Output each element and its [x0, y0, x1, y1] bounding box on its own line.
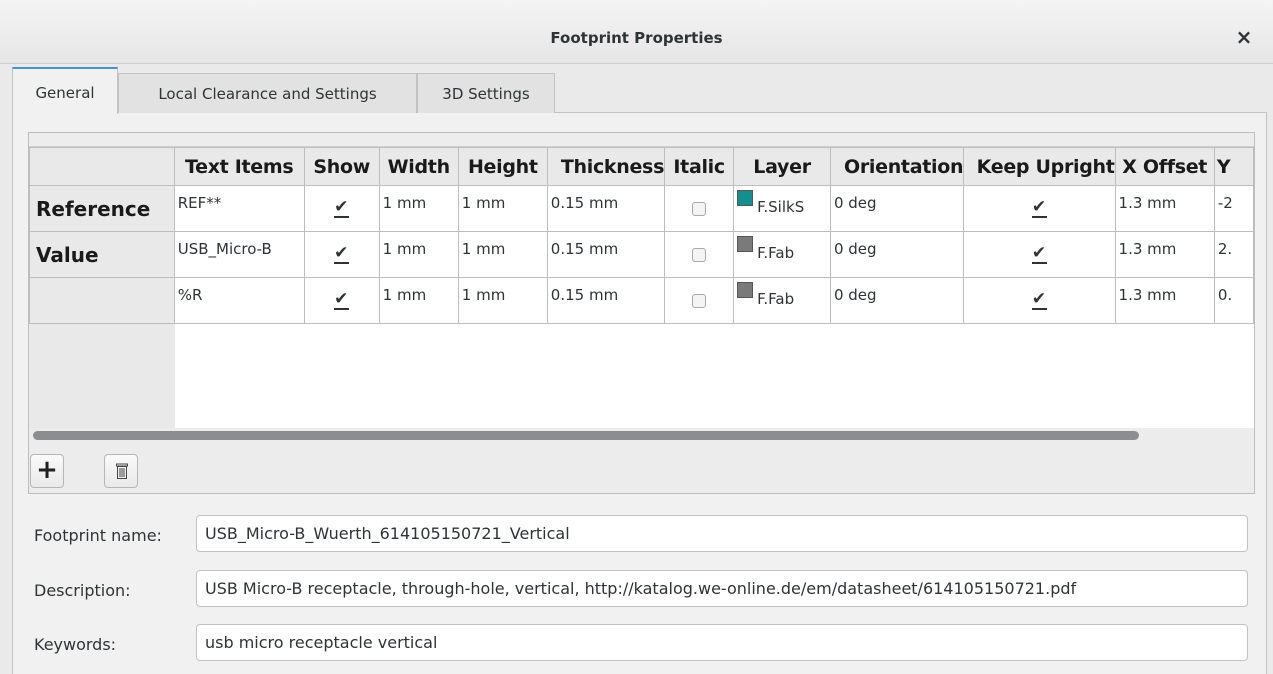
col-header-x-offset[interactable]: X Offset [1114, 147, 1215, 186]
table-row: Reference REF** 1 mm 1 mm 0.15 mm F.Silk… [29, 185, 1254, 232]
description-label: Description: [34, 581, 131, 600]
layer-color-swatch [737, 282, 754, 298]
keep-upright-checkbox[interactable] [1031, 289, 1047, 310]
cell-thickness[interactable]: 0.15 mm [546, 277, 666, 324]
table-row: Value USB_Micro-B 1 mm 1 mm 0.15 mm F.Fa… [29, 231, 1254, 278]
cell-x-offset[interactable]: 1.3 mm [1114, 185, 1215, 232]
footprint-properties-dialog: Footprint Properties × General Local Cle… [0, 0, 1273, 674]
grid-table: Text Items Show Width Height Thickness I… [29, 147, 1254, 324]
cell-orientation[interactable]: 0 deg [829, 185, 965, 232]
col-header-width[interactable]: Width [378, 147, 459, 186]
cell-italic[interactable] [664, 277, 735, 324]
cell-thickness[interactable]: 0.15 mm [546, 185, 666, 232]
grid-corner [29, 147, 175, 186]
italic-checkbox[interactable] [692, 293, 707, 308]
cell-width[interactable]: 1 mm [378, 185, 459, 232]
table-row: %R 1 mm 1 mm 0.15 mm F.Fab 0 deg 1.3 mm … [29, 277, 1254, 324]
italic-checkbox[interactable] [692, 247, 707, 262]
cell-y-offset[interactable]: 2. [1213, 231, 1254, 278]
cell-y-offset[interactable]: -2 [1213, 185, 1254, 232]
cell-y-offset[interactable]: 0. [1213, 277, 1254, 324]
col-header-thickness[interactable]: Thickness [546, 147, 666, 186]
cell-width[interactable]: 1 mm [378, 231, 459, 278]
layer-color-swatch [737, 236, 754, 252]
cell-keep-upright[interactable] [963, 231, 1116, 278]
delete-text-item-button[interactable] [104, 454, 138, 488]
horizontal-scrollbar[interactable] [33, 431, 1139, 440]
keywords-field[interactable]: usb micro receptacle vertical [196, 624, 1248, 661]
cell-show[interactable] [303, 231, 380, 278]
cell-italic[interactable] [664, 231, 735, 278]
cell-orientation[interactable]: 0 deg [829, 277, 965, 324]
show-checkbox[interactable] [334, 289, 350, 310]
cell-italic[interactable] [664, 185, 735, 232]
col-header-y-offset[interactable]: Y [1213, 147, 1254, 186]
cell-text[interactable]: %R [173, 277, 305, 324]
cell-layer[interactable]: F.Fab [733, 277, 831, 324]
keep-upright-checkbox[interactable] [1031, 243, 1047, 264]
cell-text[interactable]: USB_Micro-B [173, 231, 305, 278]
col-header-text-items[interactable]: Text Items [173, 147, 305, 186]
cell-height[interactable]: 1 mm [457, 277, 548, 324]
layer-name: F.Fab [757, 290, 795, 308]
keep-upright-checkbox[interactable] [1031, 197, 1047, 218]
tab-general[interactable]: General [12, 67, 118, 114]
show-checkbox[interactable] [334, 243, 350, 264]
tab-3d-settings[interactable]: 3D Settings [417, 73, 555, 113]
tab-local-clearance[interactable]: Local Clearance and Settings [118, 73, 417, 113]
keywords-label: Keywords: [34, 635, 117, 654]
show-checkbox[interactable] [334, 197, 350, 218]
close-button[interactable]: × [1229, 22, 1259, 52]
layer-name: F.Fab [757, 244, 795, 262]
cell-layer[interactable]: F.Fab [733, 231, 831, 278]
cell-layer[interactable]: F.SilkS [733, 185, 831, 232]
row-header-reference[interactable]: Reference [29, 185, 175, 232]
cell-show[interactable] [303, 185, 380, 232]
cell-x-offset[interactable]: 1.3 mm [1114, 277, 1215, 324]
add-text-item-button[interactable]: + [30, 454, 64, 488]
dialog-title: Footprint Properties [550, 29, 723, 47]
col-header-show[interactable]: Show [303, 147, 380, 186]
cell-x-offset[interactable]: 1.3 mm [1114, 231, 1215, 278]
cell-keep-upright[interactable] [963, 185, 1116, 232]
cell-text[interactable]: REF** [173, 185, 305, 232]
italic-checkbox[interactable] [692, 201, 707, 216]
text-items-grid: Text Items Show Width Height Thickness I… [28, 132, 1255, 494]
grid-top-strip [29, 133, 1254, 147]
col-header-layer[interactable]: Layer [733, 147, 831, 186]
footprint-name-label: Footprint name: [34, 526, 162, 545]
footprint-name-field[interactable]: USB_Micro-B_Wuerth_614105150721_Vertical [196, 515, 1248, 552]
col-header-italic[interactable]: Italic [664, 147, 735, 186]
cell-orientation[interactable]: 0 deg [829, 231, 965, 278]
title-bar: Footprint Properties × [0, 0, 1273, 64]
cell-show[interactable] [303, 277, 380, 324]
row-header-value[interactable]: Value [29, 231, 175, 278]
cell-thickness[interactable]: 0.15 mm [546, 231, 666, 278]
cell-width[interactable]: 1 mm [378, 277, 459, 324]
trash-icon [116, 463, 128, 479]
col-header-keep-upright[interactable]: Keep Upright [963, 147, 1116, 186]
layer-color-swatch [737, 190, 754, 206]
description-field[interactable]: USB Micro-B receptacle, through-hole, ve… [196, 570, 1248, 607]
cell-height[interactable]: 1 mm [457, 185, 548, 232]
col-header-orientation[interactable]: Orientation [829, 147, 965, 186]
col-header-height[interactable]: Height [457, 147, 548, 186]
cell-keep-upright[interactable] [963, 277, 1116, 324]
cell-height[interactable]: 1 mm [457, 231, 548, 278]
layer-name: F.SilkS [757, 198, 805, 216]
row-header-blank[interactable] [29, 277, 175, 324]
